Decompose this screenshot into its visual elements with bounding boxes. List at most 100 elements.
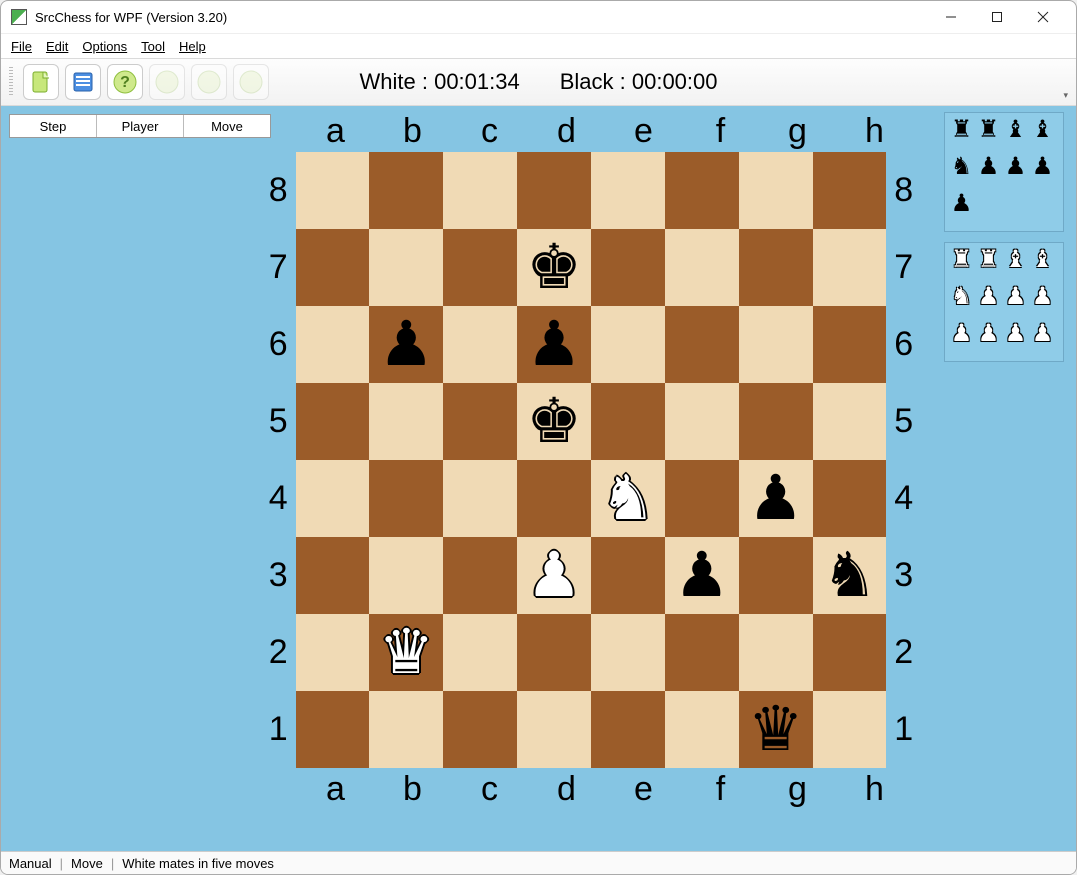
square-e4[interactable]: ♞ bbox=[591, 460, 665, 537]
square-d7[interactable]: ♚ bbox=[517, 229, 591, 306]
square-c1[interactable] bbox=[443, 691, 517, 768]
square-f4[interactable] bbox=[665, 460, 739, 537]
piece-f3[interactable]: ♟ bbox=[665, 537, 739, 614]
square-c5[interactable] bbox=[443, 383, 517, 460]
square-h2[interactable] bbox=[813, 614, 887, 691]
square-f7[interactable] bbox=[665, 229, 739, 306]
square-h8[interactable] bbox=[813, 152, 887, 229]
square-c2[interactable] bbox=[443, 614, 517, 691]
square-g3[interactable] bbox=[739, 537, 813, 614]
menu-help[interactable]: Help bbox=[179, 39, 206, 54]
square-e7[interactable] bbox=[591, 229, 665, 306]
menu-options[interactable]: Options bbox=[82, 39, 127, 54]
square-e5[interactable] bbox=[591, 383, 665, 460]
square-d4[interactable] bbox=[517, 460, 591, 537]
square-e8[interactable] bbox=[591, 152, 665, 229]
square-f5[interactable] bbox=[665, 383, 739, 460]
square-b3[interactable] bbox=[369, 537, 443, 614]
square-a1[interactable] bbox=[296, 691, 370, 768]
square-c6[interactable] bbox=[443, 306, 517, 383]
square-d3[interactable]: ♟ bbox=[517, 537, 591, 614]
square-g6[interactable] bbox=[739, 306, 813, 383]
captured-piece: ♟ bbox=[976, 284, 1001, 309]
help-button[interactable]: ? bbox=[107, 64, 143, 100]
square-f2[interactable] bbox=[665, 614, 739, 691]
square-h6[interactable] bbox=[813, 306, 887, 383]
piece-g4[interactable]: ♟ bbox=[739, 460, 813, 537]
app-window: SrcChess for WPF (Version 3.20) File Edi… bbox=[0, 0, 1077, 875]
square-e3[interactable] bbox=[591, 537, 665, 614]
piece-d3[interactable]: ♟ bbox=[517, 537, 591, 614]
square-a7[interactable] bbox=[296, 229, 370, 306]
square-d5[interactable]: ♚ bbox=[517, 383, 591, 460]
square-h7[interactable] bbox=[813, 229, 887, 306]
rank-labels-right: 87654321 bbox=[886, 152, 921, 768]
close-button[interactable] bbox=[1020, 2, 1066, 32]
square-e2[interactable] bbox=[591, 614, 665, 691]
square-d8[interactable] bbox=[517, 152, 591, 229]
square-b4[interactable] bbox=[369, 460, 443, 537]
square-g8[interactable] bbox=[739, 152, 813, 229]
maximize-button[interactable] bbox=[974, 2, 1020, 32]
square-h1[interactable] bbox=[813, 691, 887, 768]
square-h4[interactable] bbox=[813, 460, 887, 537]
menu-file[interactable]: File bbox=[11, 39, 32, 54]
square-a5[interactable] bbox=[296, 383, 370, 460]
square-e6[interactable] bbox=[591, 306, 665, 383]
minimize-button[interactable] bbox=[928, 2, 974, 32]
nav-next-button[interactable] bbox=[233, 64, 269, 100]
piece-e4[interactable]: ♞ bbox=[591, 460, 665, 537]
square-d1[interactable] bbox=[517, 691, 591, 768]
square-g4[interactable]: ♟ bbox=[739, 460, 813, 537]
nav-prev-button[interactable] bbox=[191, 64, 227, 100]
rank-label: 3 bbox=[886, 537, 921, 614]
square-c3[interactable] bbox=[443, 537, 517, 614]
piece-g1[interactable]: ♛ bbox=[739, 691, 813, 768]
piece-d5[interactable]: ♚ bbox=[517, 383, 591, 460]
square-h3[interactable]: ♞ bbox=[813, 537, 887, 614]
square-d2[interactable] bbox=[517, 614, 591, 691]
square-c8[interactable] bbox=[443, 152, 517, 229]
square-a8[interactable] bbox=[296, 152, 370, 229]
menu-tool[interactable]: Tool bbox=[141, 39, 165, 54]
square-b7[interactable] bbox=[369, 229, 443, 306]
nav-first-button[interactable] bbox=[149, 64, 185, 100]
square-g7[interactable] bbox=[739, 229, 813, 306]
menu-edit[interactable]: Edit bbox=[46, 39, 68, 54]
black-timer: Black : 00:00:00 bbox=[560, 69, 718, 95]
square-f3[interactable]: ♟ bbox=[665, 537, 739, 614]
square-e1[interactable] bbox=[591, 691, 665, 768]
piece-b6[interactable]: ♟ bbox=[369, 306, 443, 383]
piece-b2[interactable]: ♛ bbox=[369, 614, 443, 691]
square-f1[interactable] bbox=[665, 691, 739, 768]
square-f8[interactable] bbox=[665, 152, 739, 229]
rank-label: 8 bbox=[261, 152, 296, 229]
open-button[interactable] bbox=[65, 64, 101, 100]
col-move[interactable]: Move bbox=[184, 115, 270, 137]
new-game-button[interactable] bbox=[23, 64, 59, 100]
square-c7[interactable] bbox=[443, 229, 517, 306]
square-b8[interactable] bbox=[369, 152, 443, 229]
square-a6[interactable] bbox=[296, 306, 370, 383]
square-h5[interactable] bbox=[813, 383, 887, 460]
square-b2[interactable]: ♛ bbox=[369, 614, 443, 691]
col-player[interactable]: Player bbox=[97, 115, 184, 137]
piece-d6[interactable]: ♟ bbox=[517, 306, 591, 383]
square-g2[interactable] bbox=[739, 614, 813, 691]
square-b5[interactable] bbox=[369, 383, 443, 460]
chess-board[interactable]: ♚♟♟♚♞♟♟♟♞♛♛ bbox=[296, 152, 887, 768]
square-b6[interactable]: ♟ bbox=[369, 306, 443, 383]
col-step[interactable]: Step bbox=[10, 115, 97, 137]
square-a2[interactable] bbox=[296, 614, 370, 691]
square-b1[interactable] bbox=[369, 691, 443, 768]
toolbar-overflow-icon[interactable]: ▾ bbox=[1063, 90, 1068, 105]
piece-h3[interactable]: ♞ bbox=[813, 537, 887, 614]
square-c4[interactable] bbox=[443, 460, 517, 537]
square-g1[interactable]: ♛ bbox=[739, 691, 813, 768]
square-a3[interactable] bbox=[296, 537, 370, 614]
square-d6[interactable]: ♟ bbox=[517, 306, 591, 383]
piece-d7[interactable]: ♚ bbox=[517, 229, 591, 306]
square-a4[interactable] bbox=[296, 460, 370, 537]
square-g5[interactable] bbox=[739, 383, 813, 460]
square-f6[interactable] bbox=[665, 306, 739, 383]
